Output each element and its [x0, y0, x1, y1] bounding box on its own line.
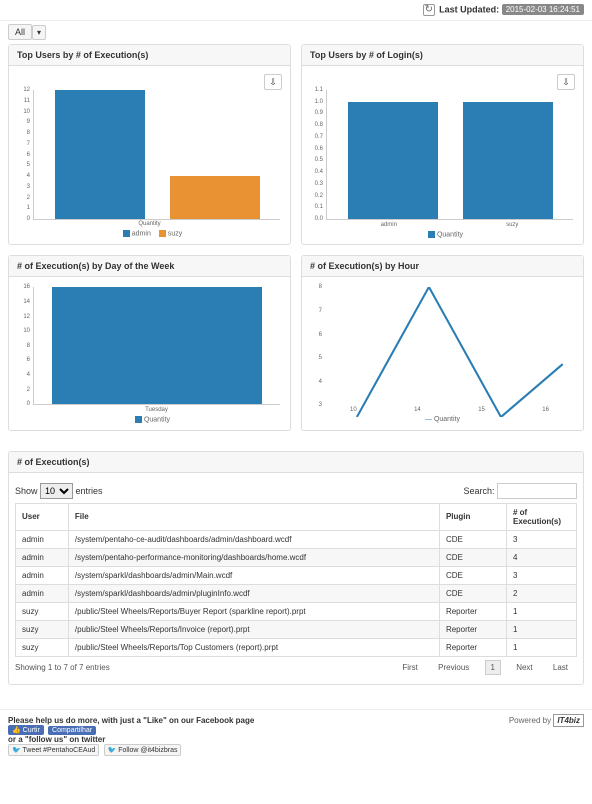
bar-tuesday	[52, 287, 262, 404]
refresh-icon[interactable]	[423, 4, 435, 16]
last-updated-label: Last Updated:	[439, 4, 499, 14]
x-labels: admin suzy	[326, 222, 573, 228]
legend-swatch-blue	[428, 231, 435, 238]
filter-all-button[interactable]: All	[8, 24, 32, 40]
fb-like-button[interactable]: 👍 Curtir	[8, 725, 44, 735]
pager-next[interactable]: Next	[511, 661, 537, 674]
chart-by-day: 1614121086420 Tuesday Quantity	[15, 287, 284, 423]
show-label: Show	[15, 486, 38, 496]
search-label: Search:	[463, 486, 494, 496]
panel-top-login: Top Users by # of Login(s) ⇩ 1.11.00.90.…	[301, 44, 584, 245]
table-info: Showing 1 to 7 of 7 entries	[15, 663, 110, 672]
pager-page-1[interactable]: 1	[485, 660, 501, 675]
panel-title: Top Users by # of Login(s)	[302, 45, 583, 66]
filter-row: All▾	[0, 21, 592, 44]
brand-logo: IT4biz	[553, 714, 584, 727]
panel-executions-table: # of Execution(s) Show 10 entries Search…	[8, 451, 584, 685]
panel-title: Top Users by # of Execution(s)	[9, 45, 290, 66]
legend-swatch-blue	[123, 230, 130, 237]
col-count[interactable]: # of Execution(s)	[507, 503, 577, 530]
panel-title: # of Execution(s)	[9, 452, 583, 473]
chart-top-exec: 1211109876543210 Quantity admin suzy	[15, 90, 284, 237]
legend-swatch-orange	[159, 230, 166, 237]
bar-admin	[55, 90, 145, 219]
footer-follow-text: or a "follow us" on twitter	[8, 735, 105, 744]
pager-prev[interactable]: Previous	[433, 661, 474, 674]
powered-by: Powered by IT4biz	[509, 716, 584, 725]
filter-dropdown-caret[interactable]: ▾	[32, 25, 46, 40]
col-plugin[interactable]: Plugin	[439, 503, 506, 530]
panel-title: # of Execution(s) by Hour	[302, 256, 583, 277]
legend: admin suzy	[15, 230, 284, 237]
chart-top-login: 1.11.00.90.80.70.60.50.40.30.20.10.0 adm…	[308, 90, 577, 238]
table-row: suzy/public/Steel Wheels/Reports/Invoice…	[16, 620, 577, 638]
bar-suzy	[463, 102, 553, 219]
col-user[interactable]: User	[16, 503, 69, 530]
chart-by-hour: 876543 10 14 15 16 — Quantity	[308, 287, 577, 423]
pager: Showing 1 to 7 of 7 entries First Previo…	[15, 657, 577, 678]
x-axis-title: Quantity	[15, 221, 284, 227]
search-input[interactable]	[497, 483, 577, 499]
legend: Quantity	[15, 416, 284, 423]
panel-by-day: # of Execution(s) by Day of the Week 161…	[8, 255, 291, 430]
export-button[interactable]: ⇩	[264, 74, 282, 90]
footer: Please help us do more, with just a "Lik…	[0, 709, 592, 762]
bar-admin	[348, 102, 438, 219]
legend: — Quantity	[308, 416, 577, 423]
panel-by-hour: # of Execution(s) by Hour 876543 10 14 1…	[301, 255, 584, 430]
page-size-select[interactable]: 10	[40, 483, 73, 499]
table-row: suzy/public/Steel Wheels/Reports/Top Cus…	[16, 638, 577, 656]
legend-swatch-blue	[135, 416, 142, 423]
pager-first[interactable]: First	[397, 661, 423, 674]
legend: Quantity	[308, 231, 577, 238]
table-controls: Show 10 entries Search:	[15, 479, 577, 503]
panel-top-exec: Top Users by # of Execution(s) ⇩ 1211109…	[8, 44, 291, 245]
tweet-button[interactable]: 🐦 Tweet #PentahoCEAud	[8, 744, 99, 756]
x-labels: Tuesday	[33, 407, 280, 413]
entries-label: entries	[76, 486, 103, 496]
fb-share-button[interactable]: Compartilhar	[48, 726, 96, 735]
line-chart-svg	[326, 287, 573, 417]
table-row: admin/system/sparkl/dashboards/admin/Mai…	[16, 566, 577, 584]
table-row: suzy/public/Steel Wheels/Reports/Buyer R…	[16, 602, 577, 620]
last-updated-timestamp: 2015-02-03 16:24:51	[502, 4, 584, 15]
executions-table: User File Plugin # of Execution(s) admin…	[15, 503, 577, 657]
bar-suzy	[170, 176, 260, 219]
col-file[interactable]: File	[68, 503, 439, 530]
pager-last[interactable]: Last	[548, 661, 573, 674]
table-row: admin/system/sparkl/dashboards/admin/plu…	[16, 584, 577, 602]
export-button[interactable]: ⇩	[557, 74, 575, 90]
panel-title: # of Execution(s) by Day of the Week	[9, 256, 290, 277]
footer-help-text: Please help us do more, with just a "Lik…	[8, 716, 254, 725]
table-row: admin/system/pentaho-performance-monitor…	[16, 548, 577, 566]
table-row: admin/system/pentaho-ce-audit/dashboards…	[16, 530, 577, 548]
twitter-follow-button[interactable]: 🐦 Follow @it4bizbras	[104, 744, 182, 756]
header-bar: Last Updated: 2015-02-03 16:24:51	[0, 0, 592, 21]
